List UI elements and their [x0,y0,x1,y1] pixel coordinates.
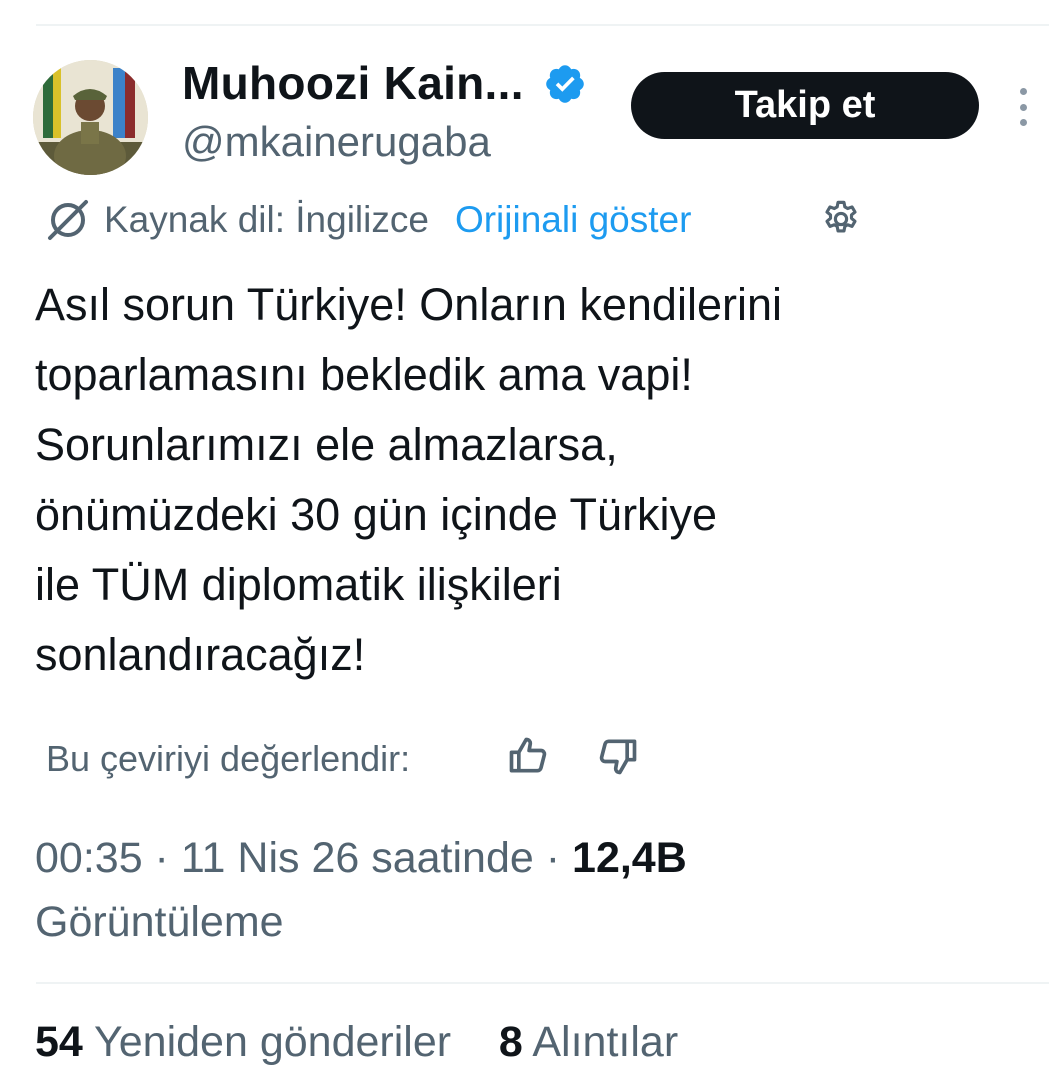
quotes-link[interactable]: 8 Alıntılar [499,1018,678,1066]
tweet-text-line: Sorunlarımızı ele almazlarsa, [35,419,618,470]
quotes-label: Alıntılar [532,1018,679,1066]
reposts-count: 54 [35,1018,83,1066]
top-divider [36,24,1049,26]
follow-button[interactable]: Takip et [631,72,979,139]
tweet-text-line: Asıl sorun Türkiye! Onların kendilerini [35,279,782,330]
verified-badge-icon [546,65,584,103]
tweet-text-line: sonlandıracağız! [35,629,366,680]
translate-icon [48,200,88,240]
views-count: 12,4B [572,834,687,882]
gear-icon[interactable] [820,198,862,240]
rate-translation-label: Bu çeviriyi değerlendir: [46,738,411,779]
thumbs-down-icon[interactable] [596,734,640,778]
reposts-link[interactable]: 54 Yeniden gönderiler [35,1018,451,1066]
tweet-text-line: ile TÜM diplomatik ilişkileri [35,559,562,610]
reposts-label: Yeniden gönderiler [94,1018,452,1066]
show-original-link[interactable]: Orijinali göster [455,199,691,241]
tweet-text-line: önümüzdeki 30 gün içinde Türkiye [35,489,718,540]
source-language-label: Kaynak dil: İngilizce [104,199,429,240]
more-dot [1019,88,1027,95]
avatar[interactable] [33,60,148,175]
avatar-photo [33,60,148,175]
more-dot [1019,103,1027,111]
engagement-stats: 54 Yeniden gönderiler 8 Alıntılar [35,1018,678,1067]
translation-bar: Kaynak dil: İngilizce Orijinali göster [44,195,691,245]
quotes-count: 8 [498,1018,523,1066]
tweet-meta: 00:35 · 11 Nis 26 saatinde · 12,4B Görün… [35,826,995,954]
author-handle[interactable]: @mkainerugaba [182,118,491,166]
views-label: Görüntüleme [35,898,284,946]
thumbs-up-icon[interactable] [506,734,550,778]
tweet-text-line: toparlamasını bekledik ama vapi! [35,349,693,400]
rate-translation-row: Bu çeviriyi değerlendir: [46,734,410,784]
author-display-name[interactable]: Muhoozi Kain... [182,56,524,110]
tweet-text: Asıl sorun Türkiye! Onların kendilerini … [35,270,1025,690]
tweet-timestamp[interactable]: 00:35 · 11 Nis 26 saatinde · [35,834,572,882]
stats-divider [36,982,1049,984]
more-dot [1019,119,1027,126]
more-options-icon[interactable] [1008,84,1038,130]
